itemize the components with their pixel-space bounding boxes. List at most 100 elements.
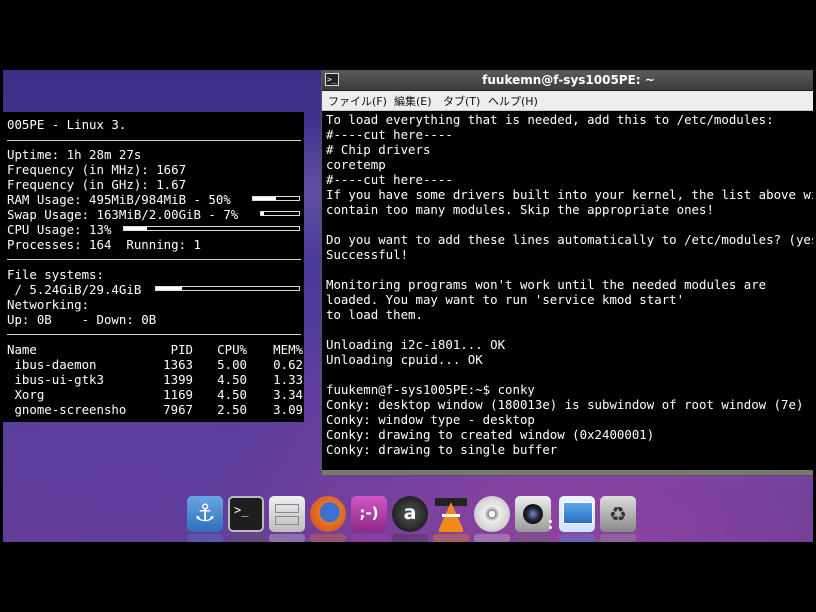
frequency-mhz: Frequency (in MHz): 1667	[7, 162, 187, 177]
dock-item-trash[interactable]: ♻	[600, 496, 636, 532]
menu-tabs[interactable]: タブ(T)	[443, 93, 480, 109]
terminal-line: Conky: desktop window (180013e) is subwi…	[326, 397, 804, 412]
file-cabinet-icon	[275, 504, 299, 513]
filesystem-usage: / 5.24GiB/29.4GiB	[7, 282, 142, 297]
dock-reflection	[187, 534, 223, 542]
process-row: ibus-ui-gtk3 1399 4.50 1.33	[7, 372, 303, 387]
process-name: ibus-daemon	[7, 357, 97, 372]
terminal-window[interactable]: >_ fuukemn@f-sys1005PE: ~ ファイル(F) 編集(E) …	[321, 70, 813, 476]
dock-reflection	[228, 534, 264, 542]
dock-reflection	[474, 534, 510, 542]
dock-item-disc[interactable]	[474, 496, 510, 532]
process-cpu: 5.00	[217, 357, 247, 372]
dock-item-chat[interactable]: ;-)	[351, 496, 387, 532]
terminal-line: Successful!	[326, 247, 409, 262]
chat-icon: ;-)	[359, 504, 379, 522]
monitor-icon	[563, 502, 593, 524]
process-header: Name PID CPU% MEM%	[7, 342, 303, 357]
ram-usage: RAM Usage: 495MiB/984MiB - 50%	[7, 192, 231, 207]
dock-reflection	[392, 534, 428, 542]
dock-item-files[interactable]	[269, 496, 305, 532]
uptime: Uptime: 1h 28m 27s	[7, 147, 142, 162]
dock-item-vlc[interactable]	[433, 496, 469, 532]
process-header-name: Name	[7, 342, 37, 357]
dock-item-anchor[interactable]: ⚓	[187, 496, 223, 532]
terminal-titlebar[interactable]: >_ fuukemn@f-sys1005PE: ~	[322, 71, 813, 91]
terminal-line: # Chip drivers	[326, 142, 431, 157]
menu-help[interactable]: ヘルプ(H)	[488, 93, 538, 109]
process-mem: 3.09	[273, 402, 303, 417]
cpu-usage-bar-fill	[124, 227, 147, 230]
process-name: Xorg	[7, 387, 45, 402]
dock-reflection	[600, 534, 636, 542]
terminal-line: contain too many modules. Skip the appro…	[326, 202, 714, 217]
dock-reflection	[433, 534, 469, 542]
vlc-icon	[435, 498, 467, 532]
process-cpu: 4.50	[217, 387, 247, 402]
process-cpu: 4.50	[217, 372, 247, 387]
running-indicator	[549, 526, 552, 529]
process-row: gnome-screensho 7967 2.50 3.09	[7, 402, 303, 417]
process-mem: 0.62	[273, 357, 303, 372]
dock-reflection	[559, 534, 595, 542]
terminal-output[interactable]: To load everything that is needed, add t…	[326, 112, 813, 474]
frequency-ghz: Frequency (in GHz): 1.67	[7, 177, 187, 192]
dock-item-webcam[interactable]	[515, 496, 551, 532]
cpu-usage-bar	[123, 226, 300, 231]
webcam-icon	[523, 504, 543, 524]
dock-reflection	[515, 534, 551, 542]
menu-file[interactable]: ファイル(F)	[328, 93, 387, 109]
swap-usage-bar	[260, 211, 300, 216]
desktop: 005PE - Linux 3. Uptime: 1h 28m 27s Freq…	[3, 70, 813, 542]
anchor-icon: ⚓	[194, 499, 216, 527]
process-pid: 1363	[163, 357, 193, 372]
dock-item-firefox[interactable]	[310, 496, 346, 532]
terminal-line: Do you want to add these lines automatic…	[326, 232, 813, 247]
networking-label: Networking:	[7, 297, 90, 312]
process-row: ibus-daemon 1363 5.00 0.62	[7, 357, 303, 372]
terminal-line: Unloading i2c-i801... OK	[326, 337, 506, 352]
menu-bar: ファイル(F) 編集(E) タブ(T) ヘルプ(H)	[322, 91, 813, 111]
process-header-mem: MEM%	[273, 342, 303, 357]
network-traffic: Up: 0B - Down: 0B	[7, 312, 157, 327]
amazon-icon: a	[403, 502, 417, 524]
terminal-line: #----cut here----	[326, 127, 453, 142]
terminal-line: Conky: drawing to single buffer	[326, 442, 558, 457]
dock-reflection	[351, 534, 387, 542]
dock-reflection	[310, 534, 346, 542]
swap-usage-bar-fill	[261, 212, 264, 215]
process-mem: 1.33	[273, 372, 303, 387]
swap-usage: Swap Usage: 163MiB/2.00GiB - 7%	[7, 207, 239, 222]
process-cpu: 2.50	[217, 402, 247, 417]
cpu-usage: CPU Usage: 13%	[7, 222, 112, 237]
divider	[7, 334, 301, 335]
filesystem-usage-bar	[155, 286, 300, 291]
drawer-icon	[275, 516, 299, 525]
process-row: Xorg 1169 4.50 3.34	[7, 387, 303, 402]
divider	[7, 259, 301, 260]
process-pid: 1169	[163, 387, 193, 402]
conky-title: 005PE - Linux 3.	[7, 117, 127, 132]
dock-item-amazon[interactable]: a	[392, 496, 428, 532]
terminal-line: coretemp	[326, 157, 386, 172]
terminal-line: Monitoring programs won't work until the…	[326, 277, 767, 292]
dock-item-monitor[interactable]	[559, 496, 595, 532]
processes: Processes: 164 Running: 1	[7, 237, 201, 252]
dock-reflection	[269, 534, 305, 542]
process-pid: 1399	[163, 372, 193, 387]
terminal-bottom-border	[322, 470, 813, 475]
process-name: gnome-screensho	[7, 402, 127, 417]
process-mem: 3.34	[273, 387, 303, 402]
process-name: ibus-ui-gtk3	[7, 372, 104, 387]
menu-edit[interactable]: 編集(E)	[394, 93, 432, 109]
terminal-line: #----cut here----	[326, 172, 453, 187]
dock-item-terminal[interactable]: >_	[228, 496, 264, 532]
terminal-line: To load everything that is needed, add t…	[326, 112, 774, 127]
terminal-line: Conky: window type - desktop	[326, 412, 535, 427]
ram-usage-bar-fill	[253, 197, 276, 200]
terminal-icon: >_	[234, 503, 249, 517]
filesystems-label: File systems:	[7, 267, 104, 282]
terminal-line: Conky: drawing to created window (0x2400…	[326, 427, 655, 442]
